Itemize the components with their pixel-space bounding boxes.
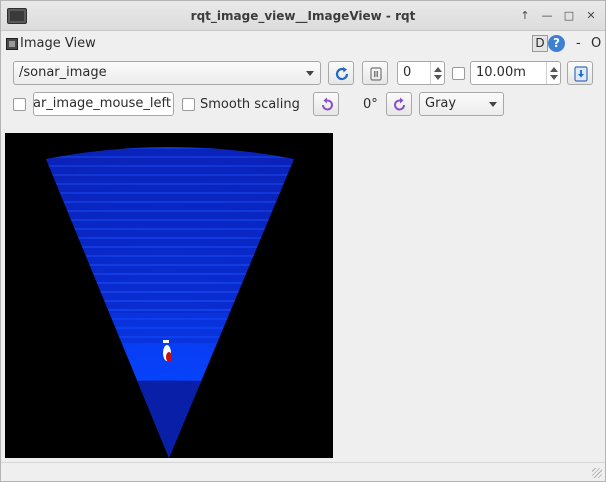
rotate-right-icon — [394, 97, 405, 111]
plugin-minimize-button[interactable]: - — [576, 36, 581, 51]
image-view[interactable] — [5, 133, 333, 458]
rotate-left-icon — [322, 97, 333, 111]
pause-icon — [370, 67, 382, 81]
topic-select-value: /sonar_image — [19, 65, 107, 80]
chevron-down-icon — [306, 71, 314, 76]
refresh-icon — [335, 67, 349, 81]
plugin-title: Image View — [20, 36, 96, 51]
frame-spinbox[interactable]: 0 — [397, 61, 445, 85]
restore-window-button[interactable]: □ — [561, 8, 577, 24]
rotation-label: 0° — [363, 97, 378, 112]
rqt-window: rqt_image_view__ImageView - rqt ↑ — □ ✕ … — [0, 0, 606, 482]
colormap-value: Gray — [425, 96, 457, 111]
spin-up-icon[interactable] — [550, 67, 558, 72]
dock-button[interactable]: D — [532, 35, 548, 52]
spin-down-icon[interactable] — [434, 75, 442, 80]
close-window-button[interactable]: ✕ — [583, 8, 599, 24]
maximize-up-icon[interactable]: ↑ — [517, 8, 533, 24]
max-range-value: 10.00m — [476, 65, 526, 80]
mouse-topic-input[interactable]: ar_image_mouse_left — [33, 92, 174, 116]
title-bar[interactable]: rqt_image_view__ImageView - rqt ↑ — □ ✕ — [1, 1, 605, 31]
chevron-down-icon — [489, 102, 497, 107]
plugin-header: Image View D ? - O — [1, 33, 605, 55]
smooth-scaling-checkbox[interactable] — [182, 98, 195, 111]
plugin-close-button[interactable]: O — [591, 36, 601, 51]
minimize-window-button[interactable]: — — [539, 8, 555, 24]
colormap-select[interactable]: Gray — [419, 92, 504, 116]
frame-spinbox-value: 0 — [403, 65, 412, 80]
spin-up-icon[interactable] — [434, 67, 442, 72]
mouse-publish-checkbox[interactable] — [13, 98, 26, 111]
help-icon[interactable]: ? — [548, 35, 565, 52]
status-bar — [1, 462, 605, 481]
max-range-spinbox[interactable]: 10.00m — [470, 61, 561, 85]
topic-select[interactable]: /sonar_image — [13, 61, 321, 85]
max-range-checkbox[interactable] — [452, 67, 465, 80]
refresh-button[interactable] — [328, 61, 354, 85]
pause-button[interactable] — [362, 61, 388, 85]
mouse-topic-value: ar_image_mouse_left — [33, 96, 171, 111]
smooth-scaling-label: Smooth scaling — [200, 97, 300, 112]
window-title: rqt_image_view__ImageView - rqt — [190, 9, 416, 23]
spin-down-icon[interactable] — [550, 75, 558, 80]
rotate-right-button[interactable] — [386, 92, 412, 116]
sonar-image — [46, 147, 294, 458]
plugin-icon — [6, 38, 18, 50]
rotate-left-button[interactable] — [313, 92, 339, 116]
save-image-button[interactable] — [567, 61, 593, 85]
save-icon — [574, 66, 588, 82]
resize-grip-icon[interactable] — [592, 468, 602, 478]
